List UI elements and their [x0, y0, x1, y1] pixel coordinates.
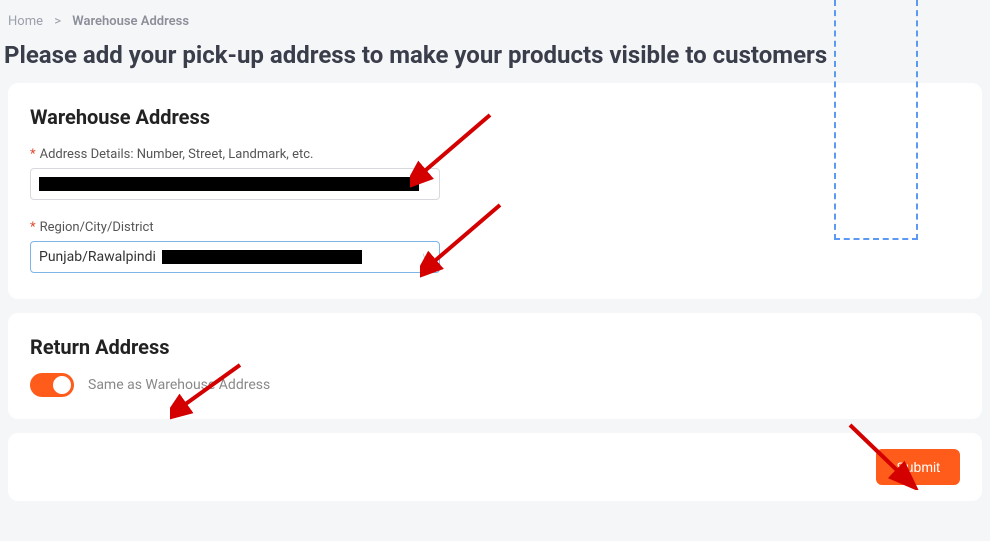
page-title: Please add your pick-up address to make …	[0, 37, 990, 83]
required-asterisk: *	[30, 147, 36, 162]
address-details-input[interactable]	[30, 168, 440, 200]
toggle-knob	[53, 376, 71, 394]
breadcrumb-current: Warehouse Address	[72, 14, 189, 29]
address-details-label: *Address Details: Number, Street, Landma…	[30, 147, 960, 162]
redacted-text	[39, 177, 419, 191]
same-as-warehouse-toggle[interactable]	[30, 373, 74, 397]
region-select[interactable]: Punjab/Rawalpindi ˅	[30, 241, 440, 273]
redacted-text	[162, 250, 362, 264]
region-field: *Region/City/District Punjab/Rawalpindi …	[30, 220, 960, 273]
submit-button[interactable]: Submit	[876, 449, 960, 485]
warehouse-address-title: Warehouse Address	[30, 105, 960, 129]
required-asterisk: *	[30, 220, 36, 235]
breadcrumb-separator: >	[54, 14, 61, 29]
same-as-warehouse-label: Same as Warehouse Address	[88, 377, 270, 393]
return-address-card: Return Address Same as Warehouse Address	[8, 313, 982, 419]
region-label: *Region/City/District	[30, 220, 960, 235]
submit-bar: Submit	[8, 433, 982, 501]
same-as-warehouse-row: Same as Warehouse Address	[30, 373, 960, 397]
region-value: Punjab/Rawalpindi	[39, 249, 156, 265]
chevron-down-icon: ˅	[422, 250, 429, 264]
return-address-title: Return Address	[30, 335, 960, 359]
address-details-field: *Address Details: Number, Street, Landma…	[30, 147, 960, 200]
breadcrumb-home[interactable]: Home	[8, 14, 43, 29]
breadcrumb: Home > Warehouse Address	[0, 0, 990, 37]
warehouse-address-card: Warehouse Address *Address Details: Numb…	[8, 83, 982, 299]
